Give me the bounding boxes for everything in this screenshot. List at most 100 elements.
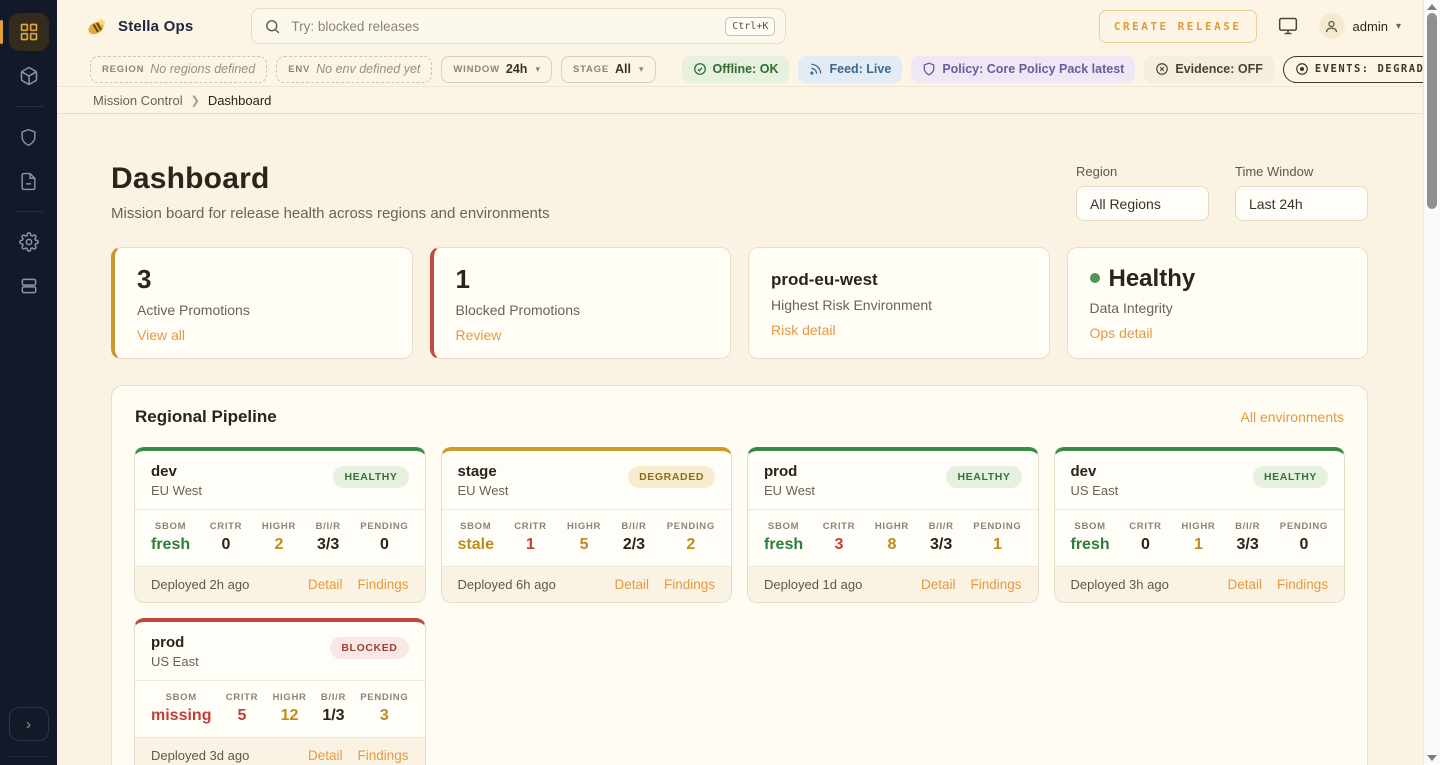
package-icon bbox=[19, 66, 39, 86]
sidebar-divider bbox=[15, 211, 43, 212]
page-subtitle: Mission board for release health across … bbox=[111, 205, 550, 222]
stat-col-label: B/I/R bbox=[1235, 521, 1260, 532]
scrollbar-up-arrow[interactable] bbox=[1427, 4, 1437, 10]
status-badge: DEGRADED bbox=[628, 466, 715, 488]
user-menu[interactable]: admin ▾ bbox=[1319, 13, 1401, 39]
env-name: dev bbox=[151, 463, 202, 480]
feed-status-badge[interactable]: Feed: Live bbox=[798, 56, 902, 83]
findings-link[interactable]: Findings bbox=[970, 577, 1021, 592]
findings-link[interactable]: Findings bbox=[664, 577, 715, 592]
policy-status-badge[interactable]: Policy: Core Policy Pack latest bbox=[911, 56, 1135, 83]
search-input[interactable] bbox=[291, 19, 715, 34]
scrollbar[interactable] bbox=[1423, 0, 1440, 765]
pending-value: 2 bbox=[667, 536, 715, 554]
evidence-status-badge[interactable]: Evidence: OFF bbox=[1144, 56, 1274, 83]
stat-label: Blocked Promotions bbox=[456, 302, 709, 318]
critr-value: 5 bbox=[226, 707, 259, 725]
region-pill-label: REGION bbox=[102, 64, 144, 75]
breadcrumb-parent[interactable]: Mission Control bbox=[93, 93, 183, 108]
stat-col-label: HIGHR bbox=[567, 521, 601, 532]
regional-pipeline-panel: Regional Pipeline All environments dev E… bbox=[111, 385, 1368, 765]
stat-col-label: CRITR bbox=[823, 521, 856, 532]
status-badge: HEALTHY bbox=[946, 466, 1021, 488]
ops-detail-link[interactable]: Ops detail bbox=[1090, 325, 1346, 341]
stat-col-label: PENDING bbox=[360, 521, 408, 532]
monitor-icon[interactable] bbox=[1277, 16, 1299, 36]
pending-value: 3 bbox=[360, 707, 408, 725]
env-region: US East bbox=[1071, 483, 1119, 498]
scrollbar-thumb[interactable] bbox=[1427, 13, 1437, 209]
stat-col-label: PENDING bbox=[360, 692, 408, 703]
stat-label: Active Promotions bbox=[137, 302, 390, 318]
findings-link[interactable]: Findings bbox=[1277, 577, 1328, 592]
deployed-time: Deployed 3h ago bbox=[1071, 577, 1169, 592]
events-status-badge[interactable]: EVENTS: DEGRADED bbox=[1283, 56, 1423, 83]
deployed-time: Deployed 6h ago bbox=[458, 577, 556, 592]
stat-col-label: SBOM bbox=[151, 521, 190, 532]
bir-value: 2/3 bbox=[621, 536, 646, 554]
all-environments-link[interactable]: All environments bbox=[1241, 409, 1345, 425]
sidebar-item-settings[interactable] bbox=[9, 223, 49, 261]
time-window-select[interactable]: Last 24h bbox=[1235, 186, 1368, 221]
findings-link[interactable]: Findings bbox=[357, 577, 408, 592]
detail-link[interactable]: Detail bbox=[921, 577, 956, 592]
env-pill-value: No env defined yet bbox=[316, 62, 420, 76]
critr-value: 0 bbox=[1129, 536, 1162, 554]
env-region: US East bbox=[151, 654, 199, 669]
page-title: Dashboard bbox=[111, 162, 550, 196]
detail-link[interactable]: Detail bbox=[308, 577, 343, 592]
offline-status-badge[interactable]: Offline: OK bbox=[682, 56, 790, 83]
detail-link[interactable]: Detail bbox=[614, 577, 649, 592]
findings-link[interactable]: Findings bbox=[357, 748, 408, 763]
highr-value: 5 bbox=[567, 536, 601, 554]
stat-value: Healthy bbox=[1090, 265, 1346, 293]
create-release-button[interactable]: CREATE RELEASE bbox=[1099, 10, 1257, 43]
region-select-label: Region bbox=[1076, 164, 1209, 179]
highr-value: 12 bbox=[273, 707, 307, 725]
sidebar-divider bbox=[15, 106, 43, 107]
top-header: Stella Ops Ctrl+K CREATE RELEASE admin ▾ bbox=[57, 0, 1423, 52]
highr-value: 1 bbox=[1181, 536, 1215, 554]
sidebar-item-documents[interactable] bbox=[9, 162, 49, 200]
window-pill-label: WINDOW bbox=[453, 64, 499, 75]
evidence-status-text: Evidence: OFF bbox=[1175, 62, 1263, 76]
pipeline-card-dev-us-east: dev US East HEALTHY SBOMfresh CRITR0 HIG… bbox=[1054, 447, 1346, 603]
sidebar-item-infrastructure[interactable] bbox=[9, 267, 49, 305]
stage-filter-pill[interactable]: STAGE All ▾ bbox=[561, 56, 656, 83]
bee-logo-icon bbox=[85, 15, 109, 37]
detail-link[interactable]: Detail bbox=[308, 748, 343, 763]
detail-link[interactable]: Detail bbox=[1227, 577, 1262, 592]
bir-value: 1/3 bbox=[321, 707, 346, 725]
region-select[interactable]: All Regions bbox=[1076, 186, 1209, 221]
rss-icon bbox=[809, 62, 823, 76]
grid-icon bbox=[19, 22, 39, 42]
window-filter-pill[interactable]: WINDOW 24h ▾ bbox=[441, 56, 552, 83]
region-filter-pill[interactable]: REGION No regions defined bbox=[90, 56, 267, 83]
status-badge: BLOCKED bbox=[330, 637, 408, 659]
view-all-link[interactable]: View all bbox=[137, 327, 390, 343]
policy-status-text: Policy: Core Policy Pack latest bbox=[942, 62, 1124, 76]
sidebar-item-releases[interactable] bbox=[9, 57, 49, 95]
stat-col-label: B/I/R bbox=[621, 521, 646, 532]
review-link[interactable]: Review bbox=[456, 327, 709, 343]
global-search[interactable]: Ctrl+K bbox=[251, 8, 786, 44]
critr-value: 1 bbox=[514, 536, 547, 554]
sbom-value: missing bbox=[151, 707, 211, 725]
scrollbar-down-arrow[interactable] bbox=[1427, 755, 1437, 761]
stat-col-label: SBOM bbox=[1071, 521, 1110, 532]
stat-value: prod-eu-west bbox=[771, 265, 1027, 290]
pending-value: 1 bbox=[973, 536, 1021, 554]
main-area: Stella Ops Ctrl+K CREATE RELEASE admin ▾ bbox=[57, 0, 1423, 765]
status-bar: REGION No regions defined ENV No env def… bbox=[57, 52, 1423, 87]
sidebar-item-security[interactable] bbox=[9, 118, 49, 156]
sidebar-expand-button[interactable]: › bbox=[9, 707, 49, 741]
risk-detail-link[interactable]: Risk detail bbox=[771, 322, 1027, 338]
env-name: dev bbox=[1071, 463, 1119, 480]
user-avatar bbox=[1319, 13, 1345, 39]
stat-value: 1 bbox=[456, 265, 709, 295]
critr-value: 3 bbox=[823, 536, 856, 554]
env-filter-pill[interactable]: ENV No env defined yet bbox=[276, 56, 432, 83]
breadcrumb: Mission Control ❯ Dashboard bbox=[57, 87, 1423, 114]
sidebar-item-dashboard[interactable] bbox=[9, 13, 49, 51]
brand[interactable]: Stella Ops bbox=[85, 15, 193, 37]
